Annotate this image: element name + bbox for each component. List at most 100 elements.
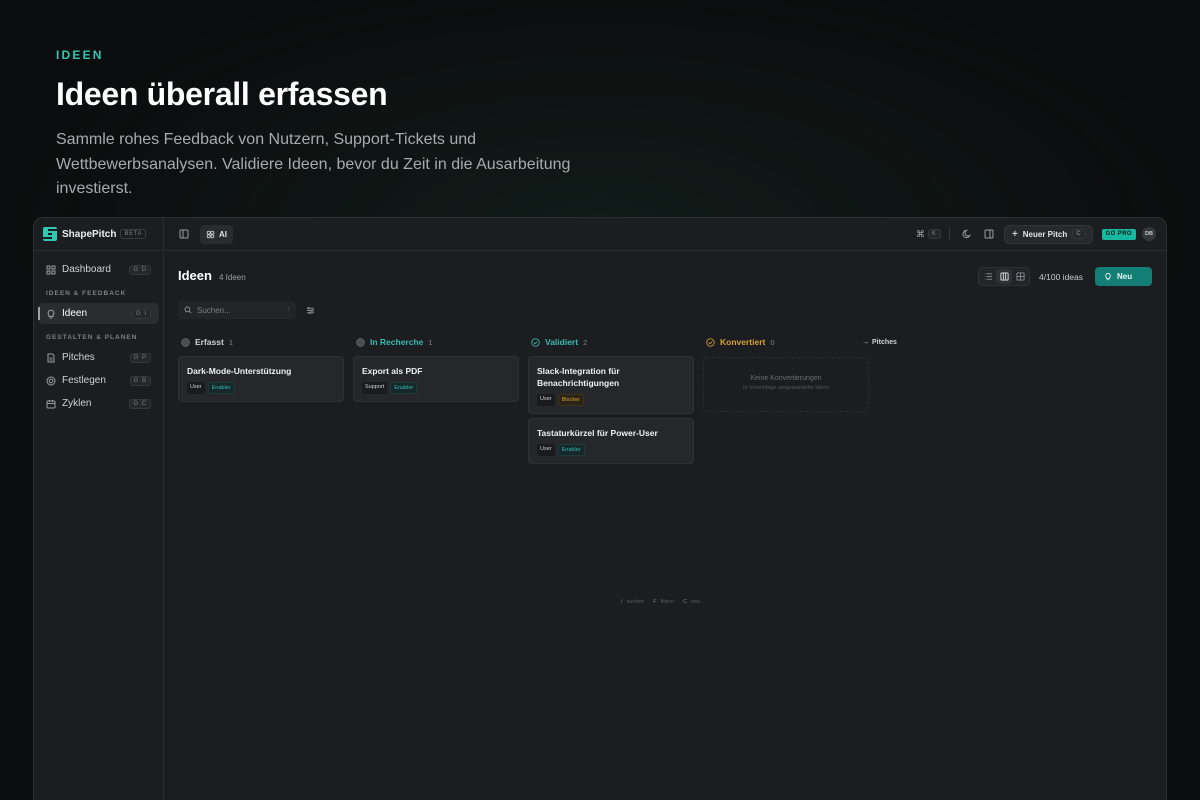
check-circle-icon [531, 337, 540, 347]
shortcut-badge: G I [131, 308, 151, 319]
command-icon: ⌘ [915, 228, 925, 239]
document-icon [46, 353, 56, 363]
ai-button-label: AI [219, 229, 227, 239]
filter-icon[interactable] [301, 301, 319, 319]
card-list: Slack-Integration für Benachrichtigungen… [528, 356, 694, 464]
idea-card[interactable]: Dark-Mode-Unterstützung User Enabler [178, 356, 344, 402]
sidebar-item-ideen[interactable]: Ideen G I [38, 303, 159, 324]
idea-card[interactable]: Export als PDF Support Enabler [353, 356, 519, 402]
idea-card-title: Slack-Integration für Benachrichtigungen [537, 366, 620, 388]
hint-filter: Ffiltern [653, 599, 675, 605]
converted-status-icon [706, 337, 715, 347]
plus-icon: + [1011, 228, 1018, 240]
hero-eyebrow: IDEEN [56, 48, 104, 62]
list-view-icon[interactable] [980, 269, 996, 284]
sidebar-item-label: Ideen [62, 308, 88, 319]
empty-state: Keine Konvertierungen In Vorschläge umge… [703, 357, 869, 412]
grid-icon [46, 265, 56, 275]
tag-user: User [537, 444, 555, 456]
idea-card[interactable]: Tastaturkürzel für Power-User User Enabl… [528, 418, 694, 464]
column-count: 2 [583, 337, 588, 347]
column-count: 1 [428, 337, 433, 347]
tag-enabler: Enabler [390, 382, 418, 394]
pitches-link[interactable]: → Pitches [862, 335, 897, 349]
ai-button[interactable]: AI [200, 224, 233, 244]
sidebar-item-label: Dashboard [62, 264, 111, 275]
ideas-limit: 4/100 ideas [1039, 271, 1083, 282]
lightbulb-icon [46, 309, 56, 319]
grid-view-icon[interactable] [1012, 269, 1028, 284]
panel-toggle-icon[interactable] [980, 225, 998, 243]
keyboard-hints: / suchen Ffiltern Cneu [621, 599, 700, 605]
tag-list: User Blocker [537, 394, 685, 406]
search-row: / [178, 301, 319, 319]
lightbulb-icon [1105, 273, 1111, 281]
search-box[interactable]: / [178, 301, 296, 319]
column-konvertiert: Konvertiert 0 Keine Konvertierungen In V… [703, 335, 869, 412]
captured-status-icon [181, 337, 190, 347]
theme-toggle-icon[interactable] [958, 225, 976, 243]
main-content: Ideen 4 Ideen 4/100 ideas Neu Suchen... … [165, 252, 1166, 800]
search-input[interactable] [197, 305, 283, 315]
tag-enabler: Enabler [557, 444, 585, 456]
board-view-icon[interactable] [996, 269, 1013, 284]
sidebar-item-pitches[interactable]: Pitches G P [38, 347, 159, 368]
column-header[interactable]: Erfasst 1 [178, 335, 344, 349]
target-icon [46, 376, 56, 386]
shortcut-badge: G C [129, 398, 151, 409]
sidebar-nav: Dashboard G D IDEEN & FEEDBACK Ideen G I… [34, 251, 163, 420]
column-header[interactable]: Konvertiert 0 [703, 335, 869, 349]
go-pro-button[interactable]: GO PRO [1101, 228, 1136, 240]
column-header[interactable]: In Recherche 1 [353, 335, 519, 349]
column-name: In Recherche [370, 337, 424, 347]
card-list: Dark-Mode-Unterstützung User Enabler [178, 356, 344, 402]
new-pitch-button[interactable]: + Neuer Pitch C [1003, 224, 1093, 244]
sidebar-item-zyklen[interactable]: Zyklen G C [38, 393, 159, 414]
sidebar-item-festlegen[interactable]: Festlegen G B [38, 370, 159, 391]
card-list: Export als PDF Support Enabler [353, 356, 519, 402]
tag-list: Support Enabler [362, 382, 510, 394]
shortcut-badge: G B [129, 375, 151, 386]
shortcut-badge: G P [129, 352, 151, 363]
sidebar-item-label: Zyklen [62, 398, 92, 409]
new-idea-button[interactable]: Neu [1095, 267, 1152, 286]
column-count: 1 [228, 337, 233, 347]
tag-blocker: Blocker [557, 394, 584, 406]
column-validiert: Validiert 2 Slack-Integration für Benach… [528, 335, 694, 468]
avatar[interactable]: DB [1142, 227, 1156, 241]
column-name: Erfasst [195, 337, 224, 347]
hero-description: Sammle rohes Feedback von Nutzern, Suppo… [56, 131, 571, 197]
sidebar-item-dashboard[interactable]: Dashboard G D [38, 259, 159, 280]
column-name: Konvertiert [720, 337, 766, 347]
sidebar-item-label: Pitches [62, 352, 95, 363]
idea-card-title: Dark-Mode-Unterstützung [187, 366, 292, 376]
column-in-recherche: In Recherche 1 Export als PDF Support En… [353, 335, 519, 406]
new-pitch-label: Neuer Pitch [1022, 229, 1068, 239]
sidebar-toggle-icon[interactable] [175, 225, 193, 243]
hero-title: Ideen überall erfassen [56, 76, 388, 112]
nav-section-plan: GESTALTEN & PLANEN [46, 334, 138, 341]
idea-card-title: Tastaturkürzel für Power-User [537, 428, 658, 438]
hint-search: / suchen [621, 599, 645, 605]
tag-list: User Enabler [187, 382, 335, 394]
page-title: Ideen [178, 268, 212, 283]
brand[interactable]: ShapePitch BETA [34, 218, 163, 251]
page-actions: 4/100 ideas Neu [978, 267, 1152, 286]
hero: IDEEN Ideen überall erfassen Sammle rohe… [56, 48, 696, 202]
empty-state-title: Keine Konvertierungen [750, 375, 822, 382]
column-header[interactable]: Validiert 2 [528, 335, 694, 349]
topbar: AI ⌘ K + Neuer Pitch C GO PRO DB [165, 218, 1166, 251]
command-palette-button[interactable]: ⌘ K [916, 229, 941, 240]
tag-enabler: Enabler [207, 382, 235, 394]
tag-user: User [537, 394, 555, 406]
arrow-right-icon: → [862, 338, 869, 346]
command-shortcut: K [927, 229, 941, 239]
empty-state-subtitle: In Vorschläge umgewandelte Ideen [743, 385, 829, 391]
research-status-icon [356, 337, 365, 347]
idea-card[interactable]: Slack-Integration für Benachrichtigungen… [528, 356, 694, 414]
idea-card-title: Export als PDF [362, 366, 423, 376]
search-icon [184, 306, 192, 314]
sidebar-item-label: Festlegen [62, 375, 106, 386]
search-shortcut: / [288, 307, 290, 313]
tag-user: User [187, 382, 205, 394]
